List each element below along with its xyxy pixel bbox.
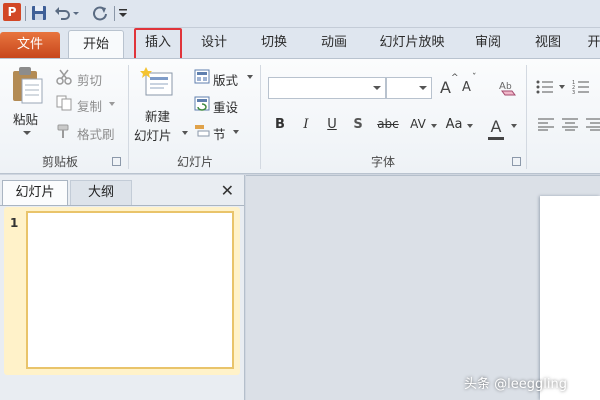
copy-button-label[interactable]: 复制 — [77, 96, 102, 115]
grow-font-caret: ^ — [451, 73, 459, 83]
paste-dropdown-icon[interactable] — [22, 129, 32, 137]
quick-access-toolbar: P — [0, 0, 600, 28]
bold-button[interactable]: B — [270, 117, 290, 132]
slides-panel: 幻灯片 大纲 ✕ 1 — [0, 175, 245, 400]
undo-icon[interactable] — [54, 5, 70, 21]
copy-dropdown-icon[interactable] — [108, 101, 116, 107]
bullets-icon[interactable] — [536, 79, 554, 95]
ribbon-tabs: 文件 开始 插入 设计 切换 动画 幻灯片放映 审阅 视图 开 — [0, 28, 600, 59]
align-left-icon[interactable] — [538, 117, 554, 131]
copy-icon[interactable] — [56, 95, 72, 111]
layout-button-label[interactable]: 版式 — [213, 70, 238, 89]
tab-slides-thumbnails[interactable]: 幻灯片 — [2, 180, 68, 206]
change-case-button[interactable]: Aa — [442, 117, 466, 132]
align-center-icon[interactable] — [562, 117, 578, 131]
tab-design[interactable]: 设计 — [192, 28, 236, 58]
character-spacing-dropdown-icon[interactable] — [430, 123, 438, 129]
panel-tab-divider — [0, 205, 244, 206]
qat-separator — [114, 6, 115, 21]
ribbon-home: 粘贴 剪切 复制 格式刷 剪贴板 新建 幻灯片 版式 重设 节 幻灯片 A ^ … — [0, 58, 600, 174]
new-slide-dropdown-icon[interactable] — [181, 130, 189, 136]
tab-outline[interactable]: 大纲 — [70, 180, 132, 206]
new-slide-icon[interactable] — [140, 65, 176, 101]
align-right-icon[interactable] — [586, 117, 600, 131]
save-icon[interactable] — [31, 5, 47, 21]
text-shadow-button[interactable]: S — [348, 117, 368, 132]
paste-button-label[interactable]: 粘贴 — [13, 109, 38, 128]
tab-home[interactable]: 开始 — [68, 30, 124, 59]
strikethrough-button[interactable]: abc — [374, 117, 402, 131]
watermark-text: 头条 @leeggling — [464, 377, 567, 392]
tab-slideshow[interactable]: 幻灯片放映 — [370, 28, 454, 58]
font-color-button[interactable]: A — [486, 117, 506, 136]
cut-button-label[interactable]: 剪切 — [77, 70, 102, 89]
slide-canvas[interactable] — [540, 196, 600, 400]
section-icon[interactable] — [194, 123, 210, 138]
slides-group-label: 幻灯片 — [176, 155, 213, 169]
layout-dropdown-icon[interactable] — [246, 74, 254, 80]
tab-transitions[interactable]: 切换 — [252, 28, 296, 58]
cut-icon[interactable] — [56, 69, 72, 85]
qat-separator — [25, 6, 26, 21]
clear-formatting-icon[interactable]: A b — [498, 77, 518, 97]
reset-icon[interactable] — [194, 96, 210, 111]
font-group-label: 字体 — [370, 155, 395, 169]
italic-button[interactable]: I — [296, 117, 316, 132]
layout-icon[interactable] — [194, 69, 210, 84]
group-separator — [526, 65, 527, 169]
font-color-dropdown-icon[interactable] — [510, 123, 518, 129]
paste-icon[interactable] — [10, 65, 44, 105]
editing-area-top-border — [246, 175, 600, 176]
customize-qat-icon[interactable] — [118, 5, 128, 21]
reset-button-label[interactable]: 重设 — [213, 97, 238, 116]
slide-number: 1 — [10, 216, 19, 230]
tab-review[interactable]: 审阅 — [466, 28, 510, 58]
section-button-label[interactable]: 节 — [213, 124, 226, 143]
character-spacing-button[interactable]: AV — [406, 117, 430, 131]
bullets-dropdown-icon[interactable] — [558, 84, 566, 90]
tab-view[interactable]: 视图 — [526, 28, 570, 58]
undo-dropdown-icon[interactable] — [72, 5, 80, 21]
new-slide-label-line2[interactable]: 幻灯片 — [134, 125, 172, 144]
group-separator — [128, 65, 129, 169]
powerpoint-app-icon[interactable]: P — [3, 3, 21, 21]
font-size-dropdown-icon[interactable] — [419, 86, 427, 90]
tab-insert[interactable]: 插入 — [134, 28, 182, 58]
slide-editing-area: 头条 @leeggling — [246, 175, 600, 400]
font-size-combobox[interactable] — [386, 77, 432, 99]
tab-partial[interactable]: 开 — [584, 28, 600, 58]
format-painter-label[interactable]: 格式刷 — [77, 124, 115, 143]
underline-button[interactable]: U — [322, 117, 342, 132]
clipboard-launcher-icon[interactable] — [112, 157, 121, 166]
svg-text:A: A — [499, 81, 506, 92]
tab-file[interactable]: 文件 — [0, 32, 60, 58]
grow-font-icon[interactable]: A — [440, 78, 451, 97]
change-case-dropdown-icon[interactable] — [466, 123, 474, 129]
numbering-icon[interactable]: 1 2 3 — [572, 79, 590, 95]
shrink-font-caret: ˇ — [472, 73, 477, 83]
clipboard-group-label: 剪贴板 — [41, 155, 78, 169]
font-name-dropdown-icon[interactable] — [373, 86, 381, 90]
font-launcher-icon[interactable] — [512, 157, 521, 166]
close-panel-icon[interactable]: ✕ — [221, 181, 234, 200]
slide-thumbnail[interactable] — [26, 211, 234, 369]
font-name-combobox[interactable] — [268, 77, 386, 99]
format-painter-icon[interactable] — [56, 123, 72, 139]
group-separator — [260, 65, 261, 169]
new-slide-label-line1[interactable]: 新建 — [145, 106, 170, 125]
font-color-swatch — [488, 137, 504, 140]
redo-icon[interactable] — [92, 5, 108, 21]
svg-text:3: 3 — [572, 90, 575, 95]
section-dropdown-icon[interactable] — [232, 129, 240, 135]
shrink-font-icon[interactable]: A — [462, 80, 471, 95]
tab-animations[interactable]: 动画 — [312, 28, 356, 58]
